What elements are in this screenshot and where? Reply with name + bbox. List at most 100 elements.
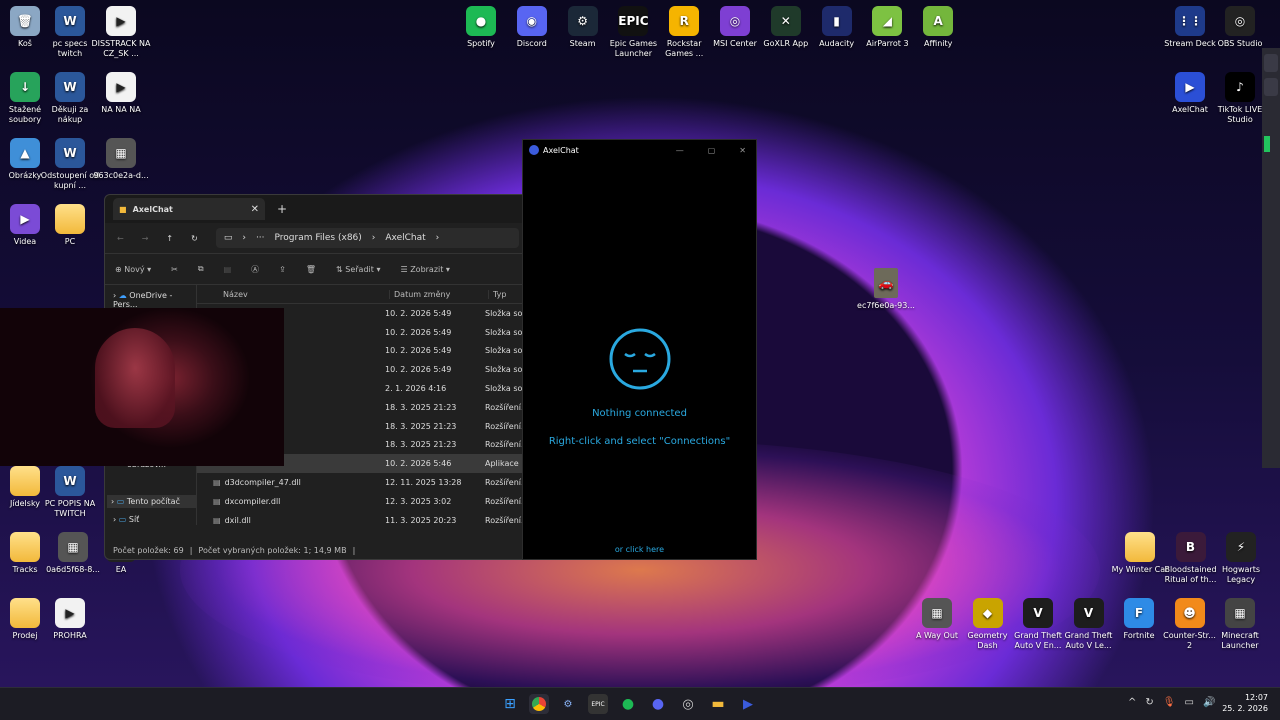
table-row[interactable]: ▤ dxil.dll 11. 3. 2025 20:23 Rozšíření... — [197, 511, 525, 530]
file-name: dxil.dll — [224, 515, 251, 525]
discord-icon[interactable]: ● — [648, 694, 668, 714]
desktop-icon-img-icon: ▦ — [58, 532, 88, 562]
close-tab-icon[interactable]: ✕ — [251, 204, 259, 215]
desktop-icon-folder-icon — [10, 532, 40, 562]
column-date[interactable]: Datum změny — [389, 289, 488, 299]
ellipsis-icon[interactable]: ··· — [256, 233, 265, 243]
cut-icon[interactable]: ✂ — [171, 265, 178, 274]
obs-icon[interactable]: ◎ — [678, 694, 698, 714]
desktop-icon-word[interactable]: W PC POPIS NA TWITCH — [40, 466, 100, 519]
desktop-app-right-1[interactable]: ◎ OBS Studio — [1210, 6, 1270, 49]
file-explorer-icon[interactable]: ▬ — [708, 694, 728, 714]
chevron-up-icon[interactable]: ^ — [1128, 697, 1136, 708]
desktop-icon-folder-icon — [10, 598, 40, 628]
desktop-game-2[interactable]: ⚡ Hogwarts Legacy — [1211, 532, 1271, 585]
tab-axelchat[interactable]: ■ AxelChat ✕ — [113, 198, 265, 220]
desktop-icon-dl-icon: ↓ — [10, 72, 40, 102]
axelchat-titlebar: AxelChat — ▢ ✕ — [523, 140, 756, 160]
desktop-game-row2-6[interactable]: ▦ Minecraft Launcher — [1210, 598, 1270, 651]
network-icon: ▭ — [118, 515, 127, 524]
display-icon[interactable]: ▭ — [1184, 697, 1193, 708]
breadcrumb-program-files[interactable]: Program Files (x86) — [275, 233, 362, 243]
clock-date: 25. 2. 2026 — [1222, 704, 1268, 713]
breadcrumb-axelchat[interactable]: AxelChat — [385, 233, 425, 243]
share-icon[interactable]: ⇪ — [279, 265, 286, 274]
table-row[interactable]: ▤ d3dcompiler_47.dll 12. 11. 2025 13:28 Roz… — [197, 473, 525, 492]
desktop-app-9[interactable]: A Affinity — [908, 6, 968, 49]
back-arrow-icon[interactable] — [1264, 78, 1278, 96]
delete-icon[interactable]: 🗑 — [306, 265, 316, 274]
speaker-icon[interactable]: 🔊 — [1203, 697, 1215, 708]
desktop-icon-video-icon: ▶ — [106, 6, 136, 36]
desktop-icon-img[interactable]: ▦ 963c0e2a-d... — [91, 138, 151, 181]
desktop-game-row2-0-icon: ▦ — [922, 598, 952, 628]
up-icon[interactable]: ↑ — [166, 234, 173, 243]
file-date: 18. 3. 2025 21:23 — [385, 421, 457, 431]
table-row[interactable]: ▤ dxcompiler.dll 12. 3. 2025 3:02 Rozšíření… — [197, 492, 525, 511]
dll-file-icon: ▤ — [213, 515, 221, 525]
start-windows-icon[interactable]: ⊞ — [500, 694, 520, 714]
view-button[interactable]: ☰ Zobrazit ▾ — [400, 265, 449, 274]
desktop-app-right-3[interactable]: ♪ TikTok LIVE Studio — [1210, 72, 1270, 125]
file-date: 10. 2. 2026 5:49 — [385, 365, 452, 375]
address-bar[interactable]: ▭ › ··· Program Files (x86) › AxelChat › — [215, 228, 519, 248]
refresh-icon[interactable]: ↻ — [191, 234, 198, 243]
copy-icon[interactable]: ⧉ — [198, 264, 204, 274]
axelchat-taskbar-icon[interactable]: ▶ — [738, 694, 758, 714]
paste-icon[interactable]: ▤ — [224, 265, 232, 274]
file-type: Rozšíření... — [485, 478, 525, 488]
file-date: 12. 3. 2025 3:02 — [385, 496, 452, 506]
sync-icon[interactable]: ↻ — [1145, 697, 1153, 708]
steam-icon[interactable]: ⚙ — [558, 694, 578, 714]
new-tab-icon[interactable]: + — [277, 202, 287, 216]
click-here-link[interactable]: or click here — [523, 545, 756, 554]
file-type: Složka so... — [485, 346, 525, 356]
indicator-icon — [1264, 136, 1270, 152]
desktop-icon-vid-icon: ▶ — [10, 204, 40, 234]
clock-time: 12:07 — [1244, 693, 1268, 702]
maximize-icon[interactable]: ▢ — [708, 146, 716, 155]
desktop-icon-label: 963c0e2a-d... — [93, 171, 149, 180]
axelchat-logo-icon — [529, 145, 539, 155]
close-icon[interactable]: ✕ — [739, 146, 746, 155]
spotify-icon[interactable]: ● — [618, 694, 638, 714]
desktop-game-row2-4-icon: F — [1124, 598, 1154, 628]
file-date: 10. 2. 2026 5:49 — [385, 346, 452, 356]
desktop-icon-label: TikTok LIVE Studio — [1217, 105, 1263, 124]
desktop-icon-video[interactable]: ▶ DISSTRACK NA CZ_SK ... — [91, 6, 151, 59]
file-name-cell: ▤ d3dcompiler_47.dll — [197, 478, 379, 487]
desktop-icon-pic-icon: ▲ — [10, 138, 40, 168]
epic-games-icon[interactable]: EPIC — [588, 694, 608, 714]
chevron-down-icon[interactable] — [1264, 54, 1278, 72]
nav-onedrive[interactable]: › ☁ OneDrive - Pers... — [113, 291, 196, 309]
file-date: 18. 3. 2025 21:23 — [385, 440, 457, 450]
desktop-icon-video[interactable]: ▶ NA NA NA — [91, 72, 151, 115]
back-icon[interactable]: ← — [117, 234, 124, 243]
desktop-app-4-icon: R — [669, 6, 700, 36]
computer-icon: ▭ — [116, 497, 125, 506]
forward-icon[interactable]: → — [142, 234, 149, 243]
nav-network[interactable]: › ▭ Síť — [113, 515, 139, 524]
desktop-icon-image[interactable]: 🚗 ec7f6e0a-93... — [856, 268, 916, 311]
desktop-icon-video[interactable]: ▶ PROHRA — [40, 598, 100, 641]
minimize-icon[interactable]: — — [676, 146, 684, 155]
new-button[interactable]: ⊕ Nový ▾ — [115, 265, 151, 274]
desktop-game-row2-1-icon: ◆ — [972, 598, 1003, 628]
desktop-icon-label: PC POPIS NA TWITCH — [44, 499, 96, 518]
nav-this-pc[interactable]: › ▭ Tento počítač — [107, 495, 197, 508]
desktop-app-6-icon: ✕ — [770, 6, 801, 36]
sort-button[interactable]: ⇅ Seřadit ▾ — [336, 265, 380, 274]
new-label: Nový — [124, 264, 145, 274]
desktop-icon-folder[interactable]: PC — [40, 204, 100, 247]
rename-icon[interactable]: Ⓐ — [251, 264, 259, 275]
file-type: Rozšíření... — [485, 496, 525, 506]
column-name[interactable]: Název — [197, 290, 389, 299]
desktop-game-0-icon — [1125, 532, 1155, 562]
microphone-icon[interactable]: 🎙 — [1163, 697, 1176, 708]
chrome-icon[interactable] — [529, 694, 549, 714]
clock[interactable]: 12:07 25. 2. 2026 — [1222, 692, 1268, 714]
streamer-silhouette — [95, 328, 175, 428]
desktop-game-row2-3-icon: V — [1073, 598, 1104, 628]
file-type: Složka so... — [485, 365, 525, 375]
column-type[interactable]: Typ — [488, 289, 506, 299]
